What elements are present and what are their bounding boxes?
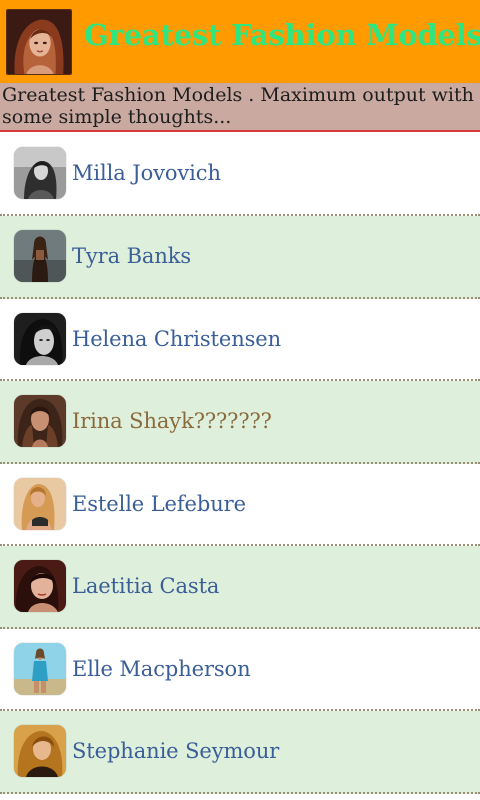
estelle-lefebure-photo-icon (14, 477, 66, 530)
irina-shayk-photo-icon (14, 395, 66, 448)
model-name-label[interactable]: Stephanie Seymour (72, 739, 279, 763)
app-title: Greatest Fashion Models (84, 18, 480, 52)
list-item[interactable]: Helena Christensen (0, 298, 480, 381)
app-subtitle: Greatest Fashion Models . Maximum output… (0, 83, 480, 132)
list-item[interactable]: Estelle Lefebure (0, 463, 480, 546)
list-item[interactable]: Stephanie Seymour (0, 711, 480, 794)
model-name-label[interactable]: Elle Macpherson (72, 657, 251, 681)
list-item[interactable]: Milla Jovovich (0, 132, 480, 216)
list-item[interactable]: Elle Macpherson (0, 628, 480, 711)
app-screen: Greatest Fashion Models Greatest Fashion… (0, 0, 480, 800)
laetitia-casta-photo-icon (14, 560, 66, 613)
model-name-label[interactable]: Milla Jovovich (72, 161, 221, 185)
elle-macpherson-photo-icon (14, 642, 66, 695)
model-name-label[interactable]: Irina Shayk??????? (72, 409, 272, 433)
list-item[interactable]: Tyra Banks (0, 216, 480, 299)
app-header: Greatest Fashion Models (0, 0, 480, 83)
model-list: Milla Jovovich Tyra Banks Helena Christe… (0, 132, 480, 794)
model-portrait-logo-icon (6, 8, 72, 75)
stephanie-seymour-photo-icon (14, 725, 66, 778)
helena-christensen-photo-icon (14, 312, 66, 365)
list-item[interactable]: Irina Shayk??????? (0, 381, 480, 464)
model-name-label[interactable]: Laetitia Casta (72, 574, 219, 598)
model-name-label[interactable]: Tyra Banks (72, 244, 191, 268)
model-name-label[interactable]: Helena Christensen (72, 327, 281, 351)
list-item[interactable]: Laetitia Casta (0, 546, 480, 629)
milla-jovovich-photo-icon (14, 147, 66, 199)
tyra-banks-photo-icon (14, 230, 66, 283)
model-name-label[interactable]: Estelle Lefebure (72, 492, 246, 516)
